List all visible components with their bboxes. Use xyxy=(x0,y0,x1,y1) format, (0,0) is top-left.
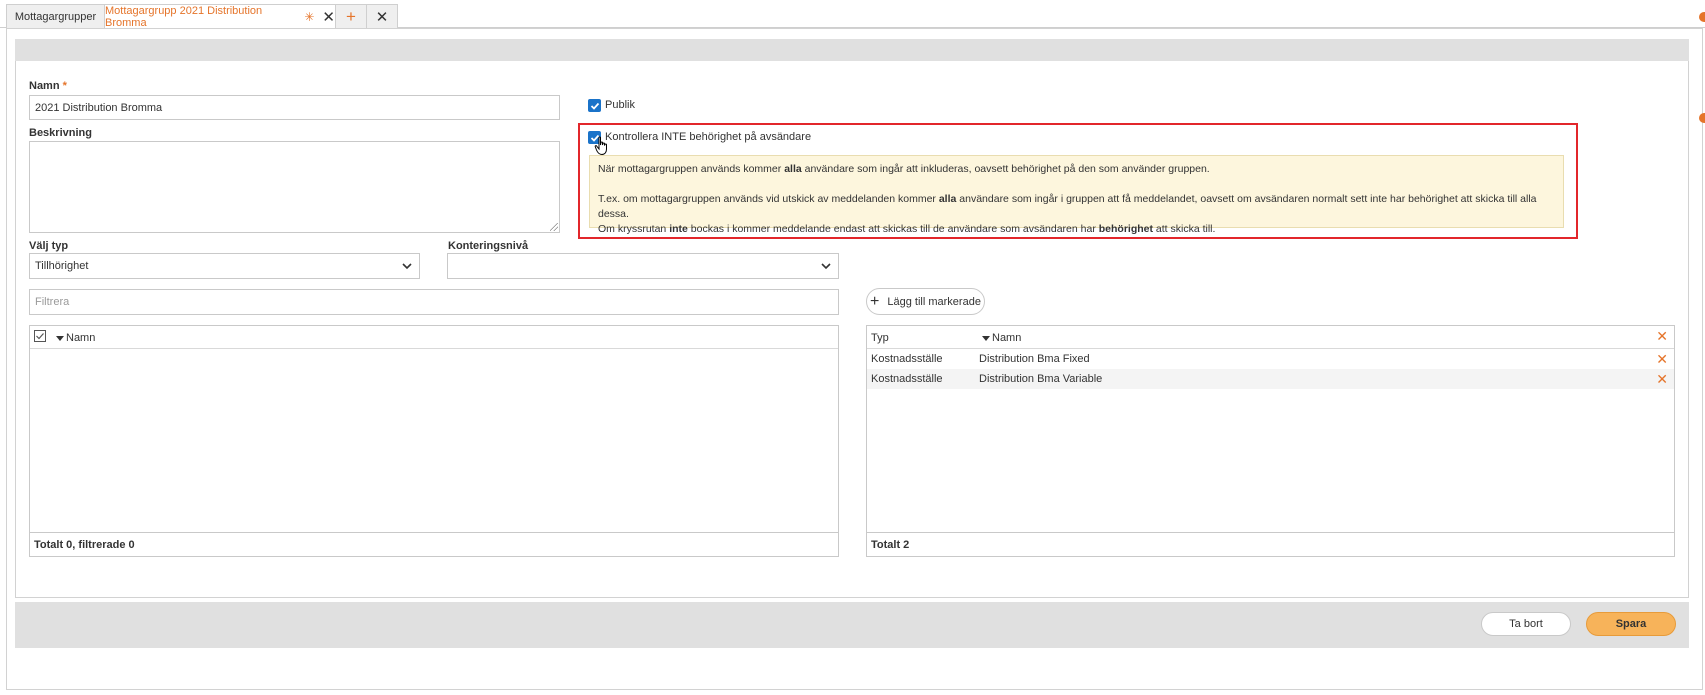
remove-all-icon[interactable]: ✕ xyxy=(1656,328,1668,345)
chevron-down-icon xyxy=(402,263,412,270)
delete-button[interactable]: Ta bort xyxy=(1481,612,1571,636)
tab-mottagargrupp-detail[interactable]: Mottagargrupp 2021 Distribution Bromma ✳… xyxy=(104,4,336,29)
tab-label: Mottagargrupp 2021 Distribution Bromma xyxy=(105,5,263,29)
cell-type: Kostnadsställe xyxy=(871,353,943,365)
column-header-name[interactable]: Namn xyxy=(56,332,95,344)
chevron-down-icon xyxy=(821,263,831,270)
cell-name: Distribution Bma Fixed xyxy=(979,353,1090,365)
sort-desc-icon xyxy=(56,335,64,341)
action-bar xyxy=(15,602,1689,648)
plus-icon: + xyxy=(346,6,356,26)
form-header-bar xyxy=(15,39,1689,61)
description-label: Beskrivning xyxy=(29,127,92,139)
no-permission-check-label: Kontrollera INTE behörighet på avsändare xyxy=(605,131,812,143)
available-list: Namn Totalt 0, filtrerade 0 xyxy=(29,325,839,557)
tab-label: Mottagargrupper xyxy=(14,10,97,23)
modified-marker: ✳ xyxy=(304,10,315,24)
info-line-3: Om kryssrutan inte bockas i kommer medde… xyxy=(598,223,1216,235)
permission-info-box: När mottagargruppen används kommer alla … xyxy=(589,155,1564,235)
selected-list: Typ Namn ✕ Kostnadsställe Distribution B… xyxy=(866,325,1675,557)
type-select[interactable]: Tillhörighet xyxy=(29,253,420,279)
filter-placeholder: Filtrera xyxy=(35,296,70,308)
table-row[interactable]: Kostnadsställe Distribution Bma Variable… xyxy=(867,369,1674,389)
close-tab-icon[interactable]: ✕ xyxy=(322,8,335,26)
public-checkbox[interactable] xyxy=(588,99,601,112)
public-label: Publik xyxy=(605,99,635,111)
add-selected-button[interactable]: + Lägg till markerade xyxy=(866,288,985,315)
accounting-label: Konteringsnivå xyxy=(448,240,529,252)
description-textarea[interactable] xyxy=(29,141,560,233)
filter-input[interactable]: Filtrera xyxy=(29,289,839,315)
table-row[interactable]: Kostnadsställe Distribution Bma Fixed ✕ xyxy=(867,349,1674,369)
edge-indicator-icon xyxy=(1699,113,1705,123)
save-button[interactable]: Spara xyxy=(1586,612,1676,636)
close-icon: ✕ xyxy=(375,8,389,26)
hand-cursor-icon xyxy=(594,136,607,156)
remove-row-icon[interactable]: ✕ xyxy=(1656,351,1668,368)
name-input-value: 2021 Distribution Bromma xyxy=(35,101,163,114)
column-header-name[interactable]: Namn xyxy=(982,332,1021,344)
remove-row-icon[interactable]: ✕ xyxy=(1656,371,1668,388)
add-selected-label: Lägg till markerade xyxy=(887,295,981,308)
close-all-tabs-button[interactable]: ✕ xyxy=(366,4,398,28)
add-tab-button[interactable]: + xyxy=(335,4,367,28)
required-marker: * xyxy=(62,80,67,92)
cell-type: Kostnadsställe xyxy=(871,373,943,385)
check-icon xyxy=(590,102,599,110)
column-header-type[interactable]: Typ xyxy=(871,332,889,344)
plus-icon: + xyxy=(870,292,880,310)
list-header: Typ Namn ✕ xyxy=(867,326,1674,349)
type-label: Välj typ xyxy=(29,240,69,252)
info-line-2: T.ex. om mottagargruppen används vid uts… xyxy=(598,193,1537,220)
list-footer: Totalt 0, filtrerade 0 xyxy=(30,532,838,556)
sort-desc-icon xyxy=(982,335,990,341)
info-line-1: När mottagargruppen används kommer alla … xyxy=(598,163,1210,175)
list-header: Namn xyxy=(30,326,838,349)
select-all-checkbox[interactable] xyxy=(34,330,46,342)
accounting-select[interactable] xyxy=(447,253,839,279)
list-footer: Totalt 2 xyxy=(867,532,1674,556)
edge-indicator-icon xyxy=(1699,12,1705,22)
resize-grip-icon[interactable] xyxy=(550,223,558,231)
cell-name: Distribution Bma Variable xyxy=(979,373,1103,385)
tab-bar: Mottagargrupper Mottagargrupp 2021 Distr… xyxy=(0,0,1705,29)
tab-mottagargrupper[interactable]: Mottagargrupper xyxy=(6,4,105,28)
name-input[interactable]: 2021 Distribution Bromma xyxy=(29,95,560,120)
type-select-value: Tillhörighet xyxy=(35,260,89,272)
name-label: Namn * xyxy=(29,80,67,92)
